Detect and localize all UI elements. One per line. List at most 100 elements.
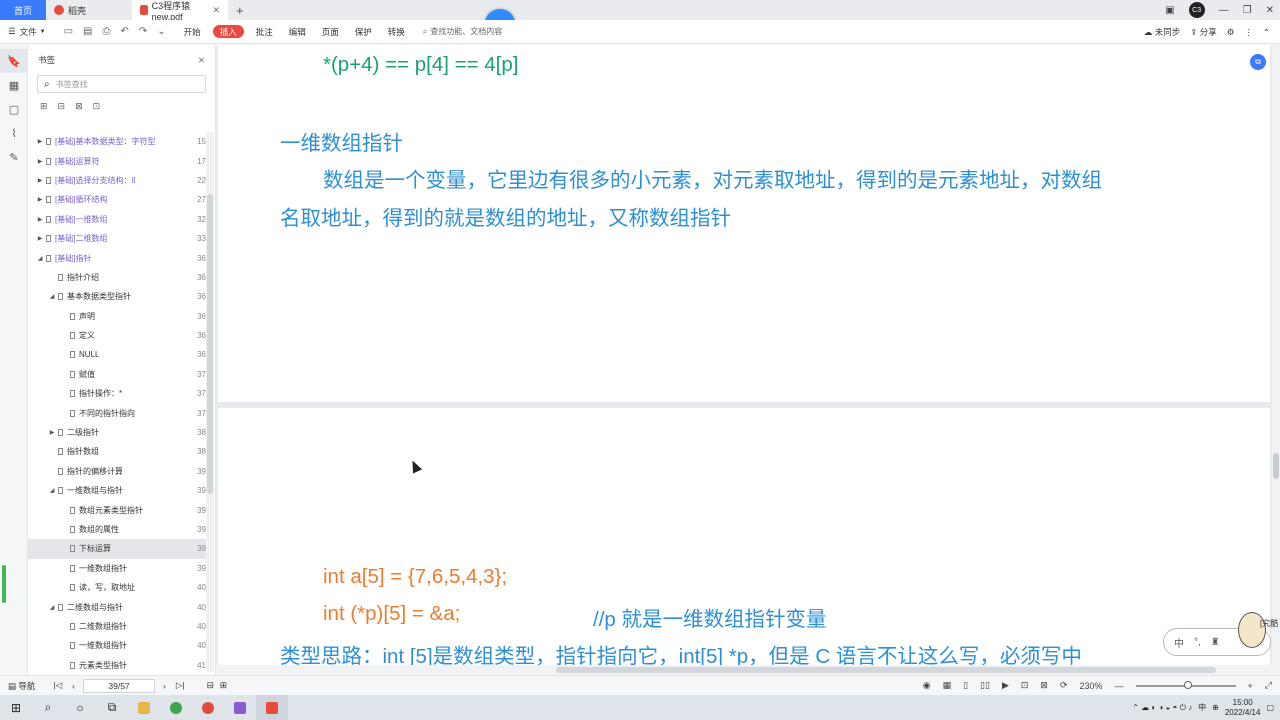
- more-icon[interactable]: ⋮: [1244, 27, 1253, 38]
- task-view-icon[interactable]: ⧉: [96, 695, 128, 720]
- caret-right-icon[interactable]: ▶: [36, 138, 44, 145]
- sidebar-item[interactable]: ▶ [基础]基本数据类型：字符型 15: [28, 132, 206, 151]
- sidebar-item[interactable]: 不同的指针指向 37: [28, 403, 206, 422]
- save-icon[interactable]: ▤: [83, 26, 92, 37]
- zoom-in-icon[interactable]: +: [1248, 681, 1253, 691]
- sidebar-item[interactable]: ▶ [基础]一维数组 32: [28, 210, 206, 229]
- sidebar-scrollbar[interactable]: [206, 132, 214, 672]
- collapse-ribbon-icon[interactable]: ⌃: [1263, 27, 1270, 38]
- sidebar-item[interactable]: 指针介绍 36: [28, 268, 206, 287]
- sidebar-scroll-thumb[interactable]: [207, 194, 213, 494]
- fullscreen-icon[interactable]: ⤢: [1265, 680, 1272, 691]
- bookmark-icon[interactable]: ⊠: [75, 101, 83, 112]
- caret-right-icon[interactable]: ▶: [36, 235, 44, 242]
- sidebar-item[interactable]: 元素类型指针 41: [28, 656, 206, 675]
- caret-down-icon[interactable]: ◢: [48, 604, 56, 611]
- share-button[interactable]: ⇪ 分享: [1190, 26, 1217, 38]
- zoom-slider[interactable]: [1135, 680, 1236, 689]
- play-icon[interactable]: ▶: [1002, 680, 1009, 691]
- last-page-icon[interactable]: ▷|: [176, 680, 185, 691]
- horizontal-scrollbar[interactable]: [216, 665, 1272, 675]
- nav-toggle[interactable]: ▤ 导航: [8, 680, 35, 692]
- menu-page[interactable]: 页面: [314, 20, 347, 44]
- sidebar-item[interactable]: 数组的属性 39: [28, 520, 206, 539]
- menu-convert[interactable]: 转换: [380, 20, 413, 44]
- sidebar-item[interactable]: 赋值 37: [28, 365, 206, 384]
- windows-start-icon[interactable]: ⊞: [0, 695, 32, 720]
- rotate-icon[interactable]: ⟳: [1060, 680, 1068, 691]
- sidebar-item[interactable]: ▶ [基础]运算符 17: [28, 151, 206, 170]
- sidebar-item[interactable]: 读，写，取地址 40: [28, 578, 206, 597]
- sidebar-item[interactable]: 下标运算 39: [28, 539, 206, 559]
- chevron-down-icon[interactable]: ⌄: [157, 26, 165, 37]
- sync-status[interactable]: ☁ 未同步: [1144, 26, 1180, 38]
- settings-icon[interactable]: ⚙: [1227, 27, 1235, 38]
- add-sub-bookmark-icon[interactable]: ⊟: [58, 101, 66, 112]
- continuous-page-icon[interactable]: ▯: [963, 680, 968, 691]
- prev-page-icon[interactable]: ‹: [72, 681, 75, 691]
- sidebar-item[interactable]: 一维数组指针 40: [28, 636, 206, 655]
- bookmark-panel-icon[interactable]: 🔖: [0, 49, 28, 73]
- attachment-panel-icon[interactable]: ⌇: [0, 121, 28, 145]
- taskbar-ime[interactable]: 中: [1198, 702, 1206, 713]
- open-folder-icon[interactable]: ▭: [64, 26, 73, 37]
- menu-protect[interactable]: 保护: [347, 20, 380, 44]
- menu-start[interactable]: 开始: [176, 20, 209, 44]
- horizontal-scroll-thumb[interactable]: [556, 667, 1216, 673]
- sidebar-item[interactable]: ◢ 一维数组与指针 39: [28, 481, 206, 500]
- sidebar-item[interactable]: ◢ 二维数组与指针 40: [28, 597, 206, 616]
- sidebar-item[interactable]: 二维数组指针 40: [28, 617, 206, 636]
- caret-right-icon[interactable]: ▶: [36, 158, 44, 165]
- comment-panel-icon[interactable]: ▢: [0, 97, 28, 121]
- document-scrollbar[interactable]: [1272, 45, 1280, 675]
- single-page-icon[interactable]: ▦: [943, 680, 952, 691]
- zoom-level[interactable]: 230%: [1080, 681, 1103, 691]
- first-page-icon[interactable]: |◁: [53, 680, 62, 691]
- cortana-icon[interactable]: ○: [64, 695, 96, 720]
- visual-studio-icon[interactable]: [224, 695, 256, 720]
- wps-icon[interactable]: [256, 695, 288, 720]
- caret-right-icon[interactable]: ▶: [48, 429, 56, 436]
- new-tab-button[interactable]: +: [228, 0, 252, 20]
- undo-icon[interactable]: ↶: [121, 26, 129, 37]
- app-green-icon[interactable]: [160, 695, 192, 720]
- chrome-icon[interactable]: [192, 695, 224, 720]
- tab-home[interactable]: 首页: [0, 0, 46, 20]
- tab-document[interactable]: C3程序猿new.pdf ✕: [132, 0, 228, 22]
- page-number-input[interactable]: 39/57: [83, 678, 156, 693]
- sidebar-item[interactable]: ▶ 二级指针 38: [28, 423, 206, 442]
- caret-down-icon[interactable]: ◢: [36, 255, 44, 262]
- restore-icon[interactable]: ❐: [1243, 5, 1252, 16]
- sidebar-item[interactable]: ▶ [基础]选择分支结构：if 22: [28, 171, 206, 190]
- document-scroll-thumb[interactable]: [1273, 453, 1279, 479]
- sidebar-item[interactable]: NULL 36: [28, 345, 206, 364]
- sidebar-item[interactable]: 声明 36: [28, 307, 206, 326]
- bookmark-search-input[interactable]: ⌕ 书签查找: [37, 75, 206, 93]
- sidebar-item[interactable]: 指针的偏移计算 39: [28, 462, 206, 481]
- caret-right-icon[interactable]: ▶: [36, 196, 44, 203]
- two-page-icon[interactable]: ▯▯: [980, 680, 990, 691]
- signature-panel-icon[interactable]: ✎: [0, 145, 28, 169]
- caret-right-icon[interactable]: ▶: [36, 177, 44, 184]
- print-icon[interactable]: ⎙: [103, 26, 111, 37]
- eye-protect-icon[interactable]: ◉: [923, 680, 931, 691]
- sidebar-item[interactable]: 指针数组 38: [28, 442, 206, 461]
- tab-docer[interactable]: 稻壳: [46, 0, 132, 20]
- actual-size-icon[interactable]: ⊠: [1040, 680, 1048, 691]
- sidebar-item[interactable]: 定义 36: [28, 326, 206, 345]
- avatar[interactable]: C3: [1188, 2, 1205, 18]
- redo-icon[interactable]: ↷: [139, 26, 147, 37]
- close-window-icon[interactable]: ✕: [1266, 5, 1274, 16]
- delete-bookmark-icon[interactable]: ⊡: [93, 101, 101, 112]
- feature-search[interactable]: ⌕ 查找功能、文档内容: [423, 26, 502, 37]
- sidebar-item[interactable]: ▶ [基础]二维数组 33: [28, 229, 206, 248]
- floating-tool-icon[interactable]: ⧉: [1250, 54, 1266, 70]
- menu-edit[interactable]: 编辑: [281, 20, 314, 44]
- ime-punct[interactable]: °,: [1194, 637, 1201, 648]
- add-bookmark-icon[interactable]: ⊞: [40, 101, 48, 112]
- tray-icons[interactable]: ⌃ ☁ ◐ ◑ ◒ ◓ ⏻ ♪: [1132, 703, 1192, 713]
- tab-close-icon[interactable]: ✕: [212, 5, 220, 16]
- sidebar-item[interactable]: 一维数组指针 39: [28, 559, 206, 578]
- fit-width-icon[interactable]: ⊞: [220, 680, 227, 691]
- notification-icon[interactable]: ▢: [1266, 703, 1274, 712]
